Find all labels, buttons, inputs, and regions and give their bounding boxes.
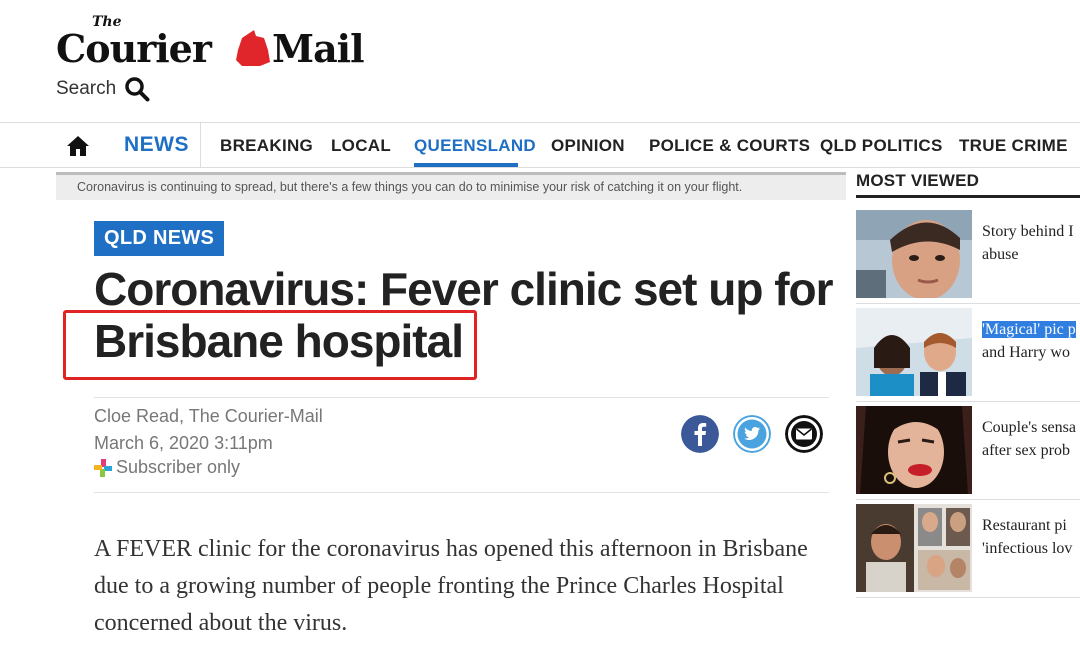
thumbnail-image xyxy=(856,210,972,298)
subscriber-label: Subscriber only xyxy=(116,457,241,477)
subscriber-badge: Subscriber only xyxy=(94,457,240,478)
most-viewed-item[interactable]: Restaurant pi 'infectious lov xyxy=(856,504,1080,594)
logo-courier-text: Courier xyxy=(56,26,213,71)
headline-line1: Coronavirus: Fever clinic set up for xyxy=(94,263,834,315)
divider xyxy=(856,597,1080,598)
nav-item-queensland[interactable]: QUEENSLAND xyxy=(414,136,536,156)
most-viewed-headline: Restaurant pi 'infectious lov xyxy=(982,517,1073,557)
main-nav: NEWS BREAKING LOCAL QUEENSLAND OPINION P… xyxy=(0,122,1080,168)
most-viewed-heading: MOST VIEWED xyxy=(856,168,1080,198)
logo-wordmark: Courier Mail xyxy=(56,26,365,71)
courier-mail-logo[interactable]: The Courier Mail xyxy=(56,14,386,71)
nav-news-label: NEWS xyxy=(124,133,189,156)
search-label: Search xyxy=(56,78,117,99)
most-viewed-sidebar: MOST VIEWED Story behind I abuse 'Magica… xyxy=(856,168,1080,657)
subscriber-plus-icon xyxy=(94,458,112,477)
most-viewed-item[interactable]: Couple's sensa after sex prob xyxy=(856,406,1080,496)
article-body: A FEVER clinic for the coronavirus has o… xyxy=(94,536,808,636)
red-highlight-annotation xyxy=(63,310,477,380)
most-viewed-headline: 'Magical' pic p and Harry wo xyxy=(982,321,1076,361)
video-caption: Coronavirus is continuing to spread, but… xyxy=(56,172,846,200)
most-viewed-headline: Story behind I abuse xyxy=(982,223,1074,263)
home-icon[interactable] xyxy=(66,135,90,157)
byline: Cloe Read, The Courier-Mail March 6, 202… xyxy=(94,397,829,493)
queensland-map-icon xyxy=(236,30,270,66)
most-viewed-item[interactable]: 'Magical' pic p and Harry wo xyxy=(856,308,1080,398)
divider xyxy=(856,401,1080,402)
author[interactable]: Cloe Read, The Courier-Mail xyxy=(94,406,323,427)
nav-news[interactable]: NEWS xyxy=(108,123,201,167)
section-tag[interactable]: QLD NEWS xyxy=(94,221,225,256)
publish-date: March 6, 2020 3:11pm xyxy=(94,433,273,453)
nav-item-police-courts[interactable]: POLICE & COURTS xyxy=(649,136,810,156)
search-button[interactable]: Search xyxy=(56,76,150,102)
thumbnail-image xyxy=(856,504,972,592)
thumbnail-image xyxy=(856,308,972,396)
nav-item-qld-politics[interactable]: QLD POLITICS xyxy=(820,136,943,156)
nav-item-local[interactable]: LOCAL xyxy=(331,136,391,156)
active-tab-underline xyxy=(414,163,518,167)
most-viewed-item[interactable]: Story behind I abuse xyxy=(856,210,1080,300)
logo-mail-text: Mail xyxy=(272,26,364,71)
nav-item-true-crime[interactable]: TRUE CRIME xyxy=(959,136,1068,156)
facebook-icon[interactable] xyxy=(681,415,719,453)
nav-item-opinion[interactable]: OPINION xyxy=(551,136,625,156)
thumbnail-image xyxy=(856,406,972,494)
divider xyxy=(856,303,1080,304)
nav-item-breaking[interactable]: BREAKING xyxy=(220,136,313,156)
share-buttons xyxy=(681,415,823,453)
most-viewed-headline: Couple's sensa after sex prob xyxy=(982,419,1076,459)
twitter-icon[interactable] xyxy=(733,415,771,453)
divider xyxy=(856,499,1080,500)
email-icon[interactable] xyxy=(785,415,823,453)
search-icon xyxy=(125,77,150,102)
